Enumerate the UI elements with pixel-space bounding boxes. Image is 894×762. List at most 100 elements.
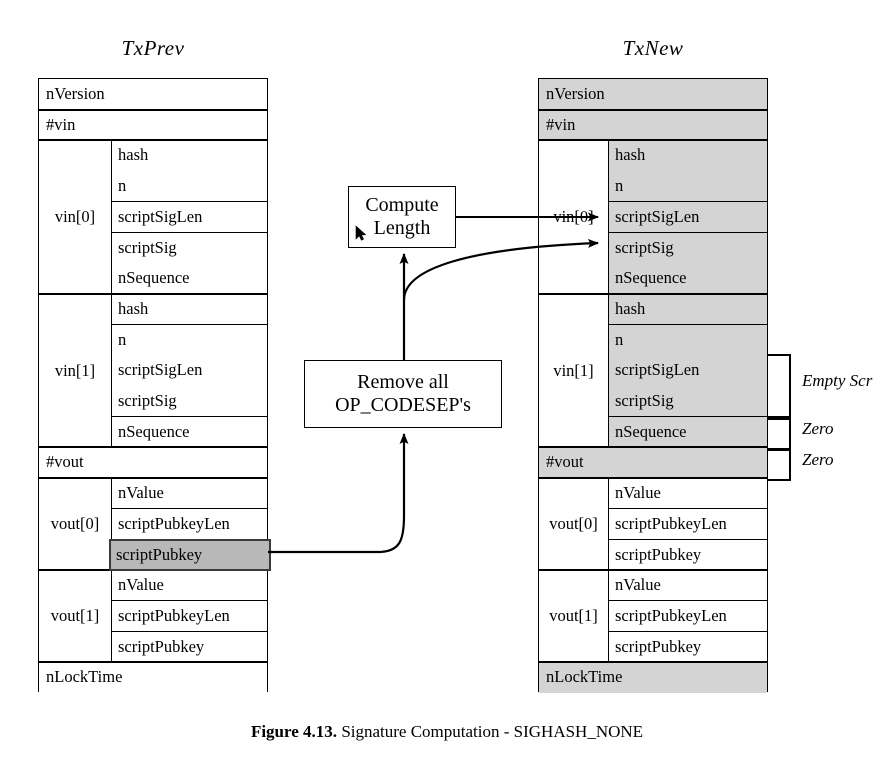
annotation-zero-vout-count: Zero — [802, 450, 834, 469]
group-separator — [39, 446, 267, 449]
table-row: scriptPubkeyLen — [39, 508, 267, 540]
field-cell: #vout — [539, 447, 767, 479]
group-separator — [39, 477, 267, 480]
field-cell: #vin — [39, 109, 267, 141]
table-row: n — [39, 171, 267, 202]
table-row: #vout — [539, 447, 767, 479]
brace-zero-vout — [768, 449, 791, 481]
table-row: scriptPubkey — [39, 631, 267, 663]
field-cell: nSequence — [608, 263, 767, 294]
field-cell: scriptSig — [608, 232, 767, 264]
arrow-scriptpubkey-to-codesep — [268, 433, 409, 554]
remove-codesep-box[interactable]: Remove all OP_CODESEP's — [304, 360, 502, 428]
table-row: hash — [39, 140, 267, 172]
group-separator — [539, 446, 767, 449]
column-divider — [111, 140, 112, 294]
field-cell: hash — [111, 140, 267, 172]
group-separator — [39, 661, 267, 664]
field-cell: scriptPubkeyLen — [111, 600, 267, 632]
table-row: scriptSigLen — [539, 355, 767, 386]
field-cell: scriptSigLen — [608, 201, 767, 233]
group-separator — [39, 139, 267, 142]
field-cell: scriptPubkeyLen — [608, 600, 767, 632]
table-row: n — [539, 171, 767, 202]
table-row: scriptSigLen — [39, 355, 267, 386]
field-cell: nLockTime — [539, 662, 767, 693]
table-row: nVersion — [39, 79, 267, 110]
brace-zero-nsequence — [768, 418, 791, 450]
table-row: #vin — [39, 109, 267, 141]
field-cell: hash — [111, 293, 267, 325]
table-row: nSequence — [39, 416, 267, 448]
group-separator — [539, 108, 767, 111]
field-cell: n — [111, 171, 267, 202]
table-row: scriptPubkey — [539, 631, 767, 663]
table-row: nValue — [539, 478, 767, 509]
field-cell: #vout — [39, 447, 267, 479]
field-cell: nValue — [111, 570, 267, 601]
table-row: scriptPubkeyLen — [539, 600, 767, 632]
field-cell: n — [608, 171, 767, 202]
field-cell: nVersion — [539, 79, 767, 110]
group-separator — [39, 292, 267, 295]
table-row: nValue — [539, 570, 767, 601]
field-cell: scriptSig — [111, 386, 267, 417]
field-cell: #vin — [539, 109, 767, 141]
group-separator — [539, 661, 767, 664]
figure-canvas: TxPrev TxNew nVersion #vin vin[0] hash n scri… — [0, 0, 894, 762]
table-row: #vin — [539, 109, 767, 141]
field-cell: scriptSig — [111, 232, 267, 264]
table-row: scriptSig — [39, 386, 267, 417]
table-row: scriptSig — [539, 232, 767, 264]
table-row: hash — [539, 293, 767, 325]
group-separator — [539, 139, 767, 142]
field-cell: nValue — [608, 478, 767, 509]
group-separator — [39, 108, 267, 111]
column-divider — [111, 293, 112, 448]
table-row: scriptPubkeyLen — [39, 600, 267, 632]
compute-length-box[interactable]: Compute Length — [348, 186, 456, 248]
compute-length-line2: Length — [373, 217, 431, 239]
field-cell: nValue — [608, 570, 767, 601]
txprev-title: TxPrev — [121, 36, 185, 60]
table-row: nLockTime — [539, 662, 767, 693]
table-row: scriptSigLen — [539, 201, 767, 233]
field-cell: nSequence — [111, 416, 267, 448]
table-row: nValue — [39, 570, 267, 601]
field-cell: scriptPubkeyLen — [608, 508, 767, 540]
table-row: scriptPubkey — [539, 539, 767, 571]
column-divider — [608, 478, 609, 571]
field-cell: n — [111, 324, 267, 356]
field-cell: scriptSig — [608, 386, 767, 417]
column-divider — [608, 293, 609, 448]
table-row: hash — [539, 140, 767, 172]
field-cell: scriptSigLen — [608, 355, 767, 386]
group-separator — [539, 569, 767, 572]
column-divider — [608, 570, 609, 663]
field-cell: nSequence — [111, 263, 267, 294]
compute-length-line1: Compute — [365, 194, 439, 216]
field-cell: scriptSigLen — [111, 201, 267, 233]
figure-caption: Figure 4.13. Signature Computation - SIG… — [0, 722, 894, 742]
brace-empty-script — [768, 354, 791, 418]
group-separator — [539, 477, 767, 480]
column-divider — [111, 570, 112, 663]
field-cell: nSequence — [608, 416, 767, 448]
table-row: #vout — [39, 447, 267, 479]
field-cell: nLockTime — [39, 662, 267, 693]
field-cell: n — [608, 324, 767, 356]
field-cell: hash — [608, 140, 767, 172]
table-row: nSequence — [539, 263, 767, 294]
table-row: nLockTime — [39, 662, 267, 693]
group-separator — [539, 292, 767, 295]
table-row: scriptSig — [39, 232, 267, 264]
table-row: scriptSigLen — [39, 201, 267, 233]
field-cell: nValue — [111, 478, 267, 509]
field-cell: hash — [608, 293, 767, 325]
highlighted-scriptpubkey-cell[interactable]: scriptPubkey — [109, 538, 271, 572]
field-cell: scriptPubkeyLen — [111, 508, 267, 540]
table-row: n — [539, 324, 767, 356]
txprev-table: nVersion #vin vin[0] hash n scriptSigLen scrip… — [38, 78, 271, 693]
annotation-zero-nsequence: Zero — [802, 419, 834, 438]
table-row: nSequence — [39, 263, 267, 294]
